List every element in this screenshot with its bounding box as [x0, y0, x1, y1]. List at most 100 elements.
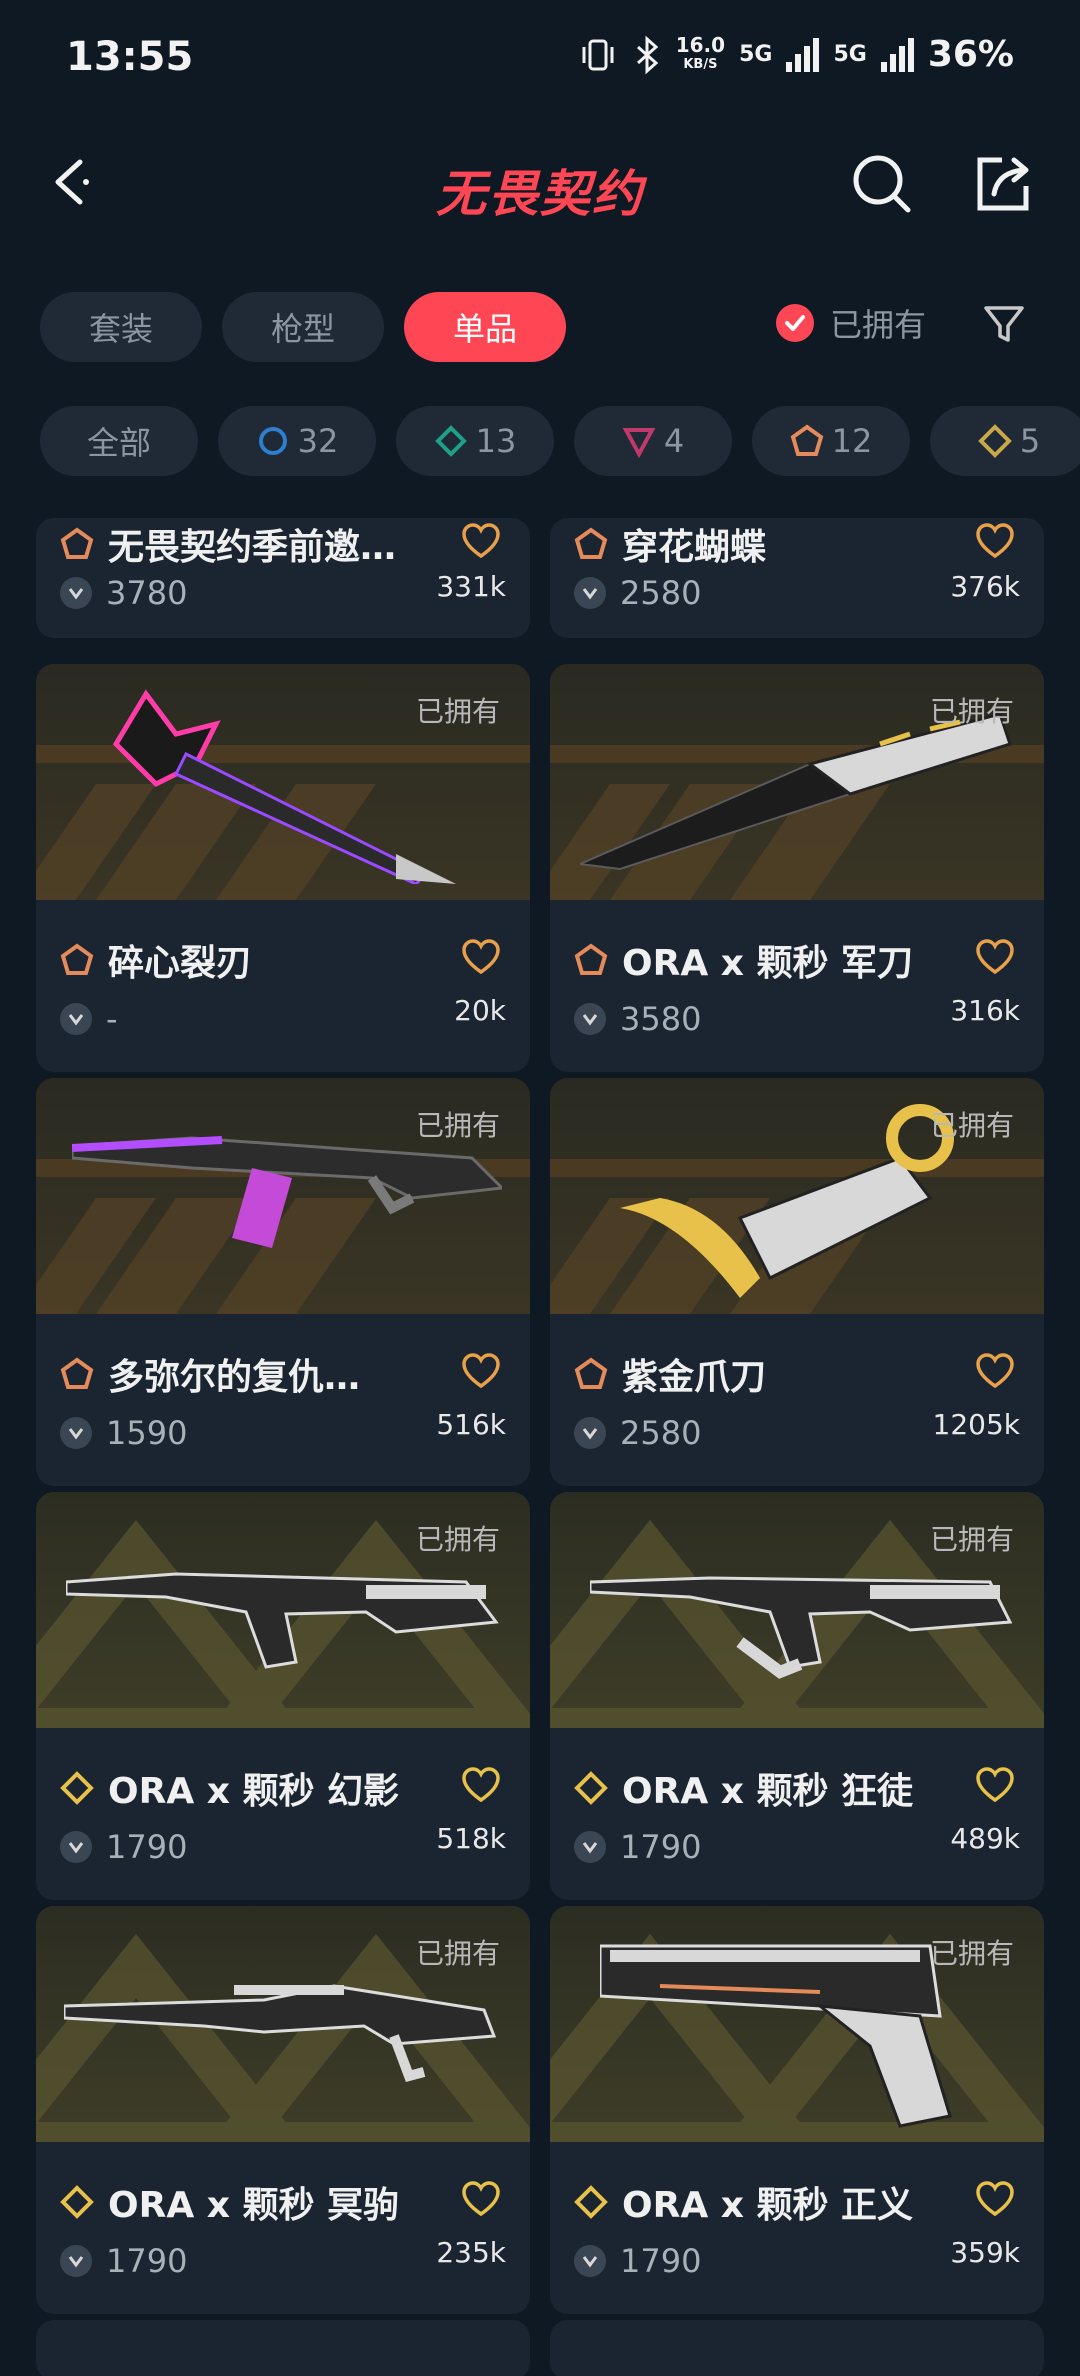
vp-coin-icon: [60, 1003, 92, 1035]
chip-ultra-tier[interactable]: 5: [930, 406, 1080, 476]
chip-exclusive-tier[interactable]: 12: [752, 406, 910, 476]
skin-card[interactable]: 已拥有 ORA x 颗秒 正义 1790 359k: [550, 1906, 1044, 2314]
exclusive-tier-icon: [574, 943, 608, 975]
favorite-heart-icon[interactable]: [460, 1764, 502, 1806]
skin-card[interactable]: 无畏契约季前邀… 3780 331k: [36, 518, 530, 638]
vibrate-icon: [582, 39, 614, 70]
skin-name: ORA x 颗秒 幻影: [60, 1762, 399, 1814]
vp-coin-icon: [574, 1417, 606, 1449]
vandal-rifle-image: [590, 1576, 1013, 1679]
skin-card[interactable]: 已拥有 ORA x 颗秒 狂徒 1790 489k: [550, 1492, 1044, 1900]
skin-name: ORA x 颗秒 军刀: [574, 934, 913, 986]
vp-coin-icon: [60, 1831, 92, 1863]
skin-price: 3580: [574, 1000, 701, 1038]
favorite-heart-icon[interactable]: [974, 520, 1016, 562]
skin-name: 碎心裂刃: [60, 934, 252, 986]
skin-image: 已拥有: [550, 1906, 1044, 2142]
vp-coin-icon: [574, 1831, 606, 1863]
like-count: 516k: [436, 1408, 506, 1441]
favorite-heart-icon[interactable]: [974, 936, 1016, 978]
exclusive-tier-icon: [574, 527, 608, 559]
owned-tag: 已拥有: [929, 1109, 1014, 1142]
skin-name: ORA x 颗秒 冥驹: [60, 2176, 399, 2228]
share-icon[interactable]: [968, 150, 1036, 218]
skin-image: 已拥有: [550, 1078, 1044, 1314]
ultra-tier-icon: [574, 2185, 608, 2219]
chip-deluxe-tier[interactable]: 13: [396, 406, 554, 476]
select-tier-icon: [258, 427, 287, 455]
skin-price: 2580: [574, 574, 701, 612]
category-tabs: 套装 枪型 单品: [40, 292, 566, 362]
signal-bars-1-icon: [786, 37, 820, 72]
vp-coin-icon: [574, 577, 606, 609]
favorite-heart-icon[interactable]: [974, 2178, 1016, 2220]
net-speed: 16.0 KB/S: [675, 32, 726, 72]
skin-name: 多弥尔的复仇…: [60, 1348, 360, 1400]
status-bar: 13:55 16.0 KB/S 5G 5G 36%: [0, 0, 1080, 120]
skin-card[interactable]: 已拥有 ORA x 颗秒 冥驹 1790 235k: [36, 1906, 530, 2314]
owned-tag: 已拥有: [415, 695, 500, 728]
signal-bars-2-icon: [880, 37, 914, 72]
skin-name: 穿花蝴蝶: [574, 518, 766, 570]
tab-single-item[interactable]: 单品: [404, 292, 566, 362]
like-count: 316k: [950, 994, 1020, 1027]
skin-image: 已拥有: [36, 1078, 530, 1314]
status-time: 13:55: [66, 34, 194, 80]
owned-filter-label: 已拥有: [830, 306, 927, 344]
owned-tag: 已拥有: [415, 1523, 500, 1556]
search-icon[interactable]: [848, 150, 916, 218]
filter-icon[interactable]: [980, 300, 1028, 348]
exclusive-tier-icon: [574, 1357, 608, 1389]
owned-tag: 已拥有: [415, 1937, 500, 1970]
skin-image: 已拥有: [36, 1492, 530, 1728]
skin-name: ORA x 颗秒 正义: [574, 2176, 913, 2228]
skin-card[interactable]: [550, 2320, 1044, 2376]
chip-select-tier[interactable]: 32: [218, 406, 376, 476]
favorite-heart-icon[interactable]: [974, 1350, 1016, 1392]
skin-image: 已拥有: [550, 664, 1044, 900]
ultra-tier-icon: [60, 1771, 94, 1805]
status-icons: 16.0 KB/S 5G 5G 36%: [578, 34, 1014, 75]
favorite-heart-icon[interactable]: [460, 2178, 502, 2220]
like-count: 376k: [950, 570, 1020, 603]
skin-price: 1590: [60, 1414, 187, 1452]
skin-card[interactable]: 已拥有 多弥尔的复仇… 1590 516k: [36, 1078, 530, 1486]
app-header: 无畏契约: [0, 130, 1080, 240]
chip-all[interactable]: 全部: [40, 406, 198, 476]
ultra-tier-icon: [574, 1771, 608, 1805]
skin-image: 已拥有: [550, 1492, 1044, 1728]
skin-card[interactable]: 已拥有 ORA x 颗秒 军刀 3580 316k: [550, 664, 1044, 1072]
signal-5g-1-label: 5G: [739, 42, 773, 67]
skin-card[interactable]: 已拥有 碎心裂刃 - 20k: [36, 664, 530, 1072]
skin-card[interactable]: 已拥有 紫金爪刀 2580 1205k: [550, 1078, 1044, 1486]
favorite-heart-icon[interactable]: [460, 520, 502, 562]
page-title: 无畏契约: [436, 165, 644, 223]
tab-bundle[interactable]: 套装: [40, 292, 202, 362]
like-count: 331k: [436, 570, 506, 603]
chip-premium-tier[interactable]: 4: [574, 406, 732, 476]
bluetooth-icon: [636, 35, 658, 74]
owned-filter-toggle[interactable]: 已拥有: [776, 300, 926, 346]
skin-card[interactable]: 穿花蝴蝶 2580 376k: [550, 518, 1044, 638]
phantom-rifle-image: [66, 1572, 499, 1669]
like-count: 20k: [454, 994, 506, 1027]
check-icon: [776, 304, 814, 342]
like-count: 1205k: [932, 1408, 1020, 1441]
favorite-heart-icon[interactable]: [460, 936, 502, 978]
favorite-heart-icon[interactable]: [460, 1350, 502, 1392]
vp-coin-icon: [574, 1003, 606, 1035]
signal-5g-2-label: 5G: [833, 42, 867, 67]
vp-coin-icon: [60, 577, 92, 609]
owned-tag: 已拥有: [929, 1523, 1014, 1556]
tab-gun-type[interactable]: 枪型: [222, 292, 384, 362]
skin-price: 3780: [60, 574, 187, 612]
skin-card[interactable]: 已拥有 ORA x 颗秒 幻影 1790 518k: [36, 1492, 530, 1900]
premium-tier-icon: [622, 428, 656, 458]
battery-level: 36%: [927, 34, 1014, 75]
ultra-tier-icon: [977, 424, 1012, 458]
operator-rifle-image: [64, 1984, 497, 2082]
owned-tag: 已拥有: [415, 1109, 500, 1142]
favorite-heart-icon[interactable]: [974, 1764, 1016, 1806]
exclusive-tier-icon: [60, 527, 94, 559]
skin-card[interactable]: [36, 2320, 530, 2376]
